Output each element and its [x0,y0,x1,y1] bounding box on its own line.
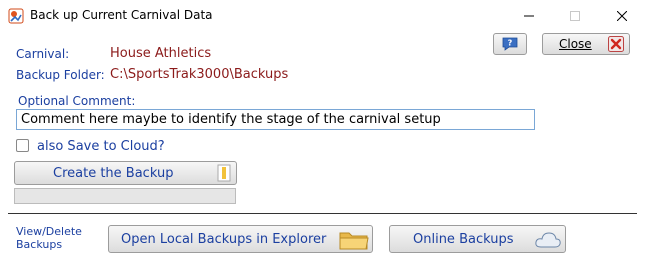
window-close-button[interactable] [599,0,645,32]
online-backups-button[interactable]: Online Backups [389,225,566,253]
close-button[interactable]: Close [542,33,630,55]
create-backup-label: Create the Backup [53,166,174,181]
view-delete-label-line2: Backups [16,238,63,251]
help-icon: ? [502,37,518,51]
backup-progress-bar [14,188,236,204]
minimize-icon [524,15,534,17]
create-backup-button[interactable]: Create the Backup [14,161,237,185]
open-local-backups-label: Open Local Backups in Explorer [121,232,327,247]
save-to-cloud-label[interactable]: also Save to Cloud? [37,139,165,154]
window-title: Back up Current Carnival Data [30,8,213,22]
close-icon [617,11,627,21]
backup-icon [217,164,231,182]
view-delete-label-line1: View/Delete [16,225,82,238]
red-x-icon [608,36,624,52]
separator [8,213,637,214]
maximize-button[interactable] [552,0,598,32]
backup-folder-label: Backup Folder: [16,68,105,82]
app-icon [8,8,24,24]
open-local-backups-button[interactable]: Open Local Backups in Explorer [108,225,373,253]
carnival-value: House Athletics [110,46,212,61]
carnival-label: Carnival: [16,47,70,61]
maximize-icon [570,11,580,21]
comment-label: Optional Comment: [18,94,136,108]
comment-input[interactable] [16,109,535,130]
folder-icon [339,232,369,250]
help-button[interactable]: ? [493,33,527,55]
svg-text:?: ? [508,39,513,48]
backup-folder-value: C:\SportsTrak3000\Backups [110,67,289,82]
close-button-label: Close [559,37,592,51]
online-backups-label: Online Backups [413,232,514,247]
minimize-button[interactable] [506,0,552,32]
save-to-cloud-checkbox[interactable] [16,139,29,152]
cloud-icon [535,232,561,248]
